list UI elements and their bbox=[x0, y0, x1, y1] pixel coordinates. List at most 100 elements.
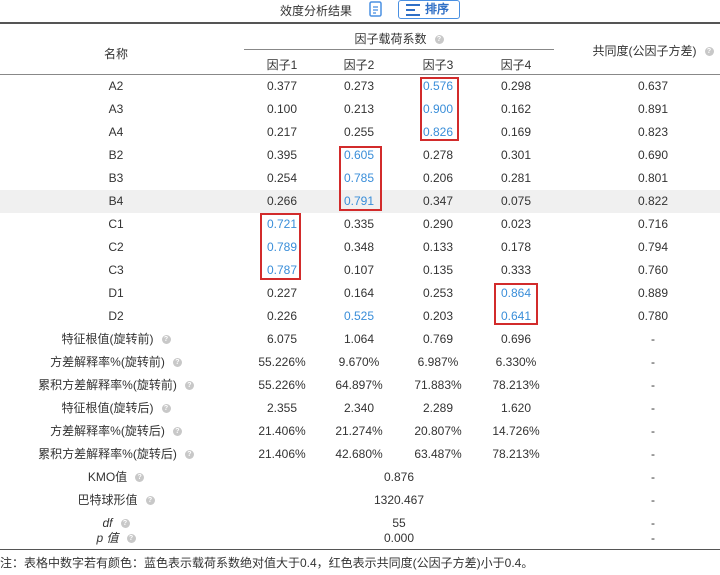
test-name: p 值? bbox=[0, 527, 232, 550]
loading-value: 0.273 bbox=[343, 79, 375, 93]
stat-name: 特征根值(旋转后)? bbox=[0, 397, 232, 420]
test-row: p 值? 0.000 - bbox=[0, 527, 720, 550]
table-row: A4 0.217 0.255 0.826 0.169 0.823 bbox=[0, 121, 720, 144]
communality-value: 0.690 bbox=[637, 148, 669, 162]
loading-value: 0.281 bbox=[500, 171, 532, 185]
loading-value: 0.227 bbox=[266, 286, 298, 300]
stat-value: 21.406% bbox=[258, 447, 306, 461]
header-factor-4: 因子4 bbox=[500, 58, 532, 72]
highlight-box bbox=[420, 77, 459, 141]
loading-value: 0.169 bbox=[500, 125, 532, 139]
stat-value: 78.213% bbox=[492, 447, 540, 461]
stat-name: 方差解释率%(旋转前)? bbox=[0, 351, 232, 374]
stat-value: 63.487% bbox=[414, 447, 462, 461]
loading-value: 0.266 bbox=[266, 194, 298, 208]
test-row: KMO值? 0.876 - bbox=[0, 466, 720, 489]
stat-value: 1.064 bbox=[343, 332, 375, 346]
row-name: A3 bbox=[108, 102, 124, 116]
question-circle-icon[interactable]: ? bbox=[172, 427, 182, 437]
communality-value: - bbox=[651, 424, 655, 438]
loading-value: 0.226 bbox=[266, 309, 298, 323]
test-row: 巴特球形值? 1320.467 - bbox=[0, 489, 720, 512]
stat-value: 6.330% bbox=[495, 355, 537, 369]
question-circle-icon[interactable]: ? bbox=[704, 47, 714, 57]
communality-value: 0.889 bbox=[637, 286, 669, 300]
question-circle-icon[interactable]: ? bbox=[145, 496, 155, 506]
row-name: C3 bbox=[108, 263, 124, 277]
stat-name: 累积方差解释率%(旋转前)? bbox=[0, 374, 232, 397]
table-row: C2 0.789 0.348 0.133 0.178 0.794 bbox=[0, 236, 720, 259]
loading-value: 0.217 bbox=[266, 125, 298, 139]
question-circle-icon[interactable]: ? bbox=[126, 534, 136, 544]
question-circle-icon[interactable]: ? bbox=[434, 35, 444, 45]
stat-value: 78.213% bbox=[492, 378, 540, 392]
header-divider bbox=[244, 49, 554, 50]
loading-value: 0.333 bbox=[500, 263, 532, 277]
highlight-box bbox=[260, 213, 301, 280]
communality-value: 0.823 bbox=[637, 125, 669, 139]
header-factor-1: 因子1 bbox=[266, 58, 298, 72]
stat-value: 9.670% bbox=[338, 355, 380, 369]
header-name: 名称 bbox=[103, 47, 128, 61]
loading-value: 0.335 bbox=[343, 217, 375, 231]
loading-value: 0.133 bbox=[422, 240, 454, 254]
stat-row: 方差解释率%(旋转后)? 21.406% 21.274% 20.807% 14.… bbox=[0, 420, 720, 443]
stat-row: 方差解释率%(旋转前)? 55.226% 9.670% 6.987% 6.330… bbox=[0, 351, 720, 374]
loading-value: 0.395 bbox=[266, 148, 298, 162]
question-circle-icon[interactable]: ? bbox=[161, 335, 171, 345]
loading-value: 0.100 bbox=[266, 102, 298, 116]
stat-value: 0.769 bbox=[422, 332, 454, 346]
table-row: A2 0.377 0.273 0.576 0.298 0.637 bbox=[0, 75, 720, 98]
test-value: 1320.467 bbox=[373, 493, 425, 507]
stat-name: 累积方差解释率%(旋转后)? bbox=[0, 443, 232, 466]
stat-name: 特征根值(旋转前)? bbox=[0, 328, 232, 351]
loading-value: 0.377 bbox=[266, 79, 298, 93]
loading-value: 0.135 bbox=[422, 263, 454, 277]
row-name: D1 bbox=[108, 286, 124, 300]
communality-value: 0.716 bbox=[637, 217, 669, 231]
table-bottom-border bbox=[0, 549, 720, 550]
loading-value: 0.075 bbox=[500, 194, 532, 208]
communality-value: 0.801 bbox=[637, 171, 669, 185]
question-circle-icon[interactable]: ? bbox=[135, 473, 145, 483]
stat-value: 14.726% bbox=[492, 424, 540, 438]
document-icon[interactable] bbox=[368, 1, 384, 18]
question-circle-icon[interactable]: ? bbox=[184, 450, 194, 460]
stat-value: 21.406% bbox=[258, 424, 306, 438]
question-circle-icon[interactable]: ? bbox=[184, 381, 194, 391]
table-row: D2 0.226 0.525 0.203 0.641 0.780 bbox=[0, 305, 720, 328]
communality-value: - bbox=[651, 493, 655, 507]
question-circle-icon[interactable]: ? bbox=[172, 358, 182, 368]
header-factor-3: 因子3 bbox=[422, 58, 454, 72]
highlight-box bbox=[339, 146, 382, 211]
question-circle-icon[interactable]: ? bbox=[161, 404, 171, 414]
sort-button[interactable]: 排序 bbox=[398, 0, 460, 19]
row-name: B4 bbox=[108, 194, 124, 208]
stat-value: 55.226% bbox=[258, 355, 306, 369]
loading-value: 0.301 bbox=[500, 148, 532, 162]
stat-value: 1.620 bbox=[500, 401, 532, 415]
test-value: 0.876 bbox=[383, 470, 415, 484]
header-factor-2: 因子2 bbox=[343, 58, 375, 72]
row-name: B3 bbox=[108, 171, 124, 185]
table-footnote: 注：表格中数字若有颜色：蓝色表示载荷系数绝对值大于0.4，红色表示共同度(公因子… bbox=[0, 556, 534, 570]
table-row: A3 0.100 0.213 0.900 0.162 0.891 bbox=[0, 98, 720, 121]
stat-value: 71.883% bbox=[414, 378, 462, 392]
stat-row: 特征根值(旋转前)? 6.075 1.064 0.769 0.696 - bbox=[0, 328, 720, 351]
stat-value: 2.355 bbox=[266, 401, 298, 415]
loading-value: 0.162 bbox=[500, 102, 532, 116]
test-name: 巴特球形值? bbox=[0, 489, 232, 512]
sort-button-label: 排序 bbox=[425, 2, 450, 16]
loading-value: 0.206 bbox=[422, 171, 454, 185]
header-communality: 共同度(公因子方差)? bbox=[586, 42, 720, 59]
communality-value: 0.794 bbox=[637, 240, 669, 254]
row-name: A4 bbox=[108, 125, 124, 139]
loading-value: 0.213 bbox=[343, 102, 375, 116]
stat-value: 20.807% bbox=[414, 424, 462, 438]
communality-value: - bbox=[651, 447, 655, 461]
communality-value: 0.822 bbox=[637, 194, 669, 208]
stat-value: 6.075 bbox=[266, 332, 298, 346]
results-toolbar: 效度分析结果 排序 bbox=[0, 0, 720, 22]
stat-row: 累积方差解释率%(旋转后)? 21.406% 42.680% 63.487% 7… bbox=[0, 443, 720, 466]
stat-name: 方差解释率%(旋转后)? bbox=[0, 420, 232, 443]
